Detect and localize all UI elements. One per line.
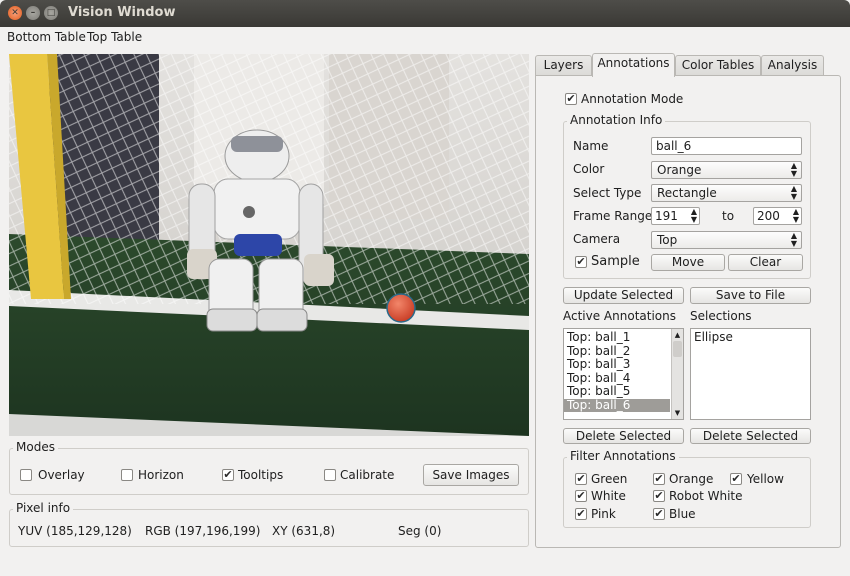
filter-white-label: White xyxy=(591,489,626,503)
close-window-button[interactable]: ✕ xyxy=(8,6,22,20)
active-annotations-title: Active Annotations xyxy=(563,309,676,323)
maximize-window-button[interactable]: □ xyxy=(44,6,58,20)
clear-button[interactable]: Clear xyxy=(728,254,803,271)
select-type-label: Select Type xyxy=(573,186,642,200)
move-button[interactable]: Move xyxy=(651,254,725,271)
list-scrollbar[interactable]: ▲ ▼ xyxy=(671,329,683,419)
filter-blue-checkbox[interactable]: ✔ xyxy=(653,508,665,520)
select-type-value: Rectangle xyxy=(657,186,717,200)
delete-selected-annotation-button[interactable]: Delete Selected xyxy=(563,428,684,444)
menu-bottom-table[interactable]: Bottom Table xyxy=(7,30,86,44)
color-select-value: Orange xyxy=(657,163,702,177)
frame-to-value: 200 xyxy=(757,209,780,223)
filter-annotations-title: Filter Annotations xyxy=(567,449,679,463)
list-item-selected[interactable]: Top: ball_6 xyxy=(564,398,670,412)
tab-analysis[interactable]: Analysis xyxy=(761,55,824,75)
frame-to-label: to xyxy=(722,209,735,223)
spin-arrows-icon[interactable]: ▲ ▼ xyxy=(793,208,799,224)
seg-value: Seg (0) xyxy=(398,524,442,538)
minimize-window-button[interactable]: – xyxy=(26,6,40,20)
yuv-value: YUV (185,129,128) xyxy=(18,524,132,538)
frame-to-spinbox[interactable]: 200 ▲ ▼ xyxy=(753,207,802,225)
list-item[interactable]: Top: ball_4 xyxy=(564,371,683,386)
horizon-checkbox[interactable] xyxy=(121,469,133,481)
camera-label: Camera xyxy=(573,232,621,246)
calibrate-label: Calibrate xyxy=(340,468,395,482)
scroll-up-icon[interactable]: ▲ xyxy=(673,330,682,340)
annotation-info-title: Annotation Info xyxy=(567,113,666,127)
sample-label: Sample xyxy=(591,254,640,269)
list-item[interactable]: Top: ball_2 xyxy=(564,344,683,359)
list-item[interactable]: Ellipse xyxy=(691,331,810,345)
sample-checkbox[interactable]: ✔ xyxy=(575,256,587,268)
tooltips-checkbox[interactable]: ✔ xyxy=(222,469,234,481)
color-select[interactable]: Orange ▲ ▼ xyxy=(651,161,802,179)
frame-range-label: Frame Range xyxy=(573,209,653,223)
scroll-down-icon[interactable]: ▼ xyxy=(673,408,682,418)
annotation-mode-checkbox[interactable]: ✔ xyxy=(565,93,577,105)
scroll-thumb[interactable] xyxy=(673,341,682,357)
camera-image-view[interactable] xyxy=(9,54,529,436)
camera-image xyxy=(9,54,529,436)
filter-green-checkbox[interactable]: ✔ xyxy=(575,473,587,485)
filter-yellow-checkbox[interactable]: ✔ xyxy=(730,473,742,485)
tooltips-label: Tooltips xyxy=(238,468,284,482)
list-item[interactable]: Top: ball_1 xyxy=(564,331,683,345)
filter-orange-label: Orange xyxy=(669,472,714,486)
selections-list[interactable]: Ellipse xyxy=(690,328,811,420)
filter-pink-checkbox[interactable]: ✔ xyxy=(575,508,587,520)
tab-color-tables[interactable]: Color Tables xyxy=(675,55,761,75)
rgb-value: RGB (197,196,199) xyxy=(145,524,261,538)
selections-title: Selections xyxy=(690,309,752,323)
updown-arrows-icon: ▲ ▼ xyxy=(790,231,797,248)
save-images-button[interactable]: Save Images xyxy=(423,464,519,486)
filter-orange-checkbox[interactable]: ✔ xyxy=(653,473,665,485)
camera-select[interactable]: Top ▲ ▼ xyxy=(651,231,802,249)
camera-select-value: Top xyxy=(657,233,678,247)
xy-value: XY (631,8) xyxy=(272,524,336,538)
delete-selected-selection-button[interactable]: Delete Selected xyxy=(690,428,811,444)
overlay-label: Overlay xyxy=(38,468,85,482)
calibrate-checkbox[interactable] xyxy=(324,469,336,481)
filter-robot-white-label: Robot White xyxy=(669,489,743,503)
updown-arrows-icon: ▲ ▼ xyxy=(790,184,797,201)
modes-title: Modes xyxy=(13,440,58,454)
tab-layers[interactable]: Layers xyxy=(535,55,592,75)
overlay-checkbox[interactable] xyxy=(20,469,32,481)
save-to-file-button[interactable]: Save to File xyxy=(690,287,811,304)
filter-white-checkbox[interactable]: ✔ xyxy=(575,490,587,502)
select-type-select[interactable]: Rectangle ▲ ▼ xyxy=(651,184,802,202)
filter-green-label: Green xyxy=(591,472,628,486)
name-label: Name xyxy=(573,139,609,153)
spin-arrows-icon[interactable]: ▲ ▼ xyxy=(691,208,697,224)
filter-yellow-label: Yellow xyxy=(747,472,784,486)
filter-pink-label: Pink xyxy=(591,507,616,521)
filter-robot-white-checkbox[interactable]: ✔ xyxy=(653,490,665,502)
menu-bar: Bottom Table Top Table xyxy=(0,27,850,49)
name-field[interactable]: ball_6 xyxy=(651,137,802,155)
list-item[interactable]: Top: ball_3 xyxy=(564,358,683,372)
update-selected-button[interactable]: Update Selected xyxy=(563,287,684,304)
title-bar: ✕ – □ Vision Window xyxy=(0,0,850,27)
color-label: Color xyxy=(573,162,605,176)
horizon-label: Horizon xyxy=(138,468,184,482)
filter-blue-label: Blue xyxy=(669,507,696,521)
menu-top-table[interactable]: Top Table xyxy=(87,30,142,44)
frame-from-value: 191 xyxy=(655,209,678,223)
tab-annotations[interactable]: Annotations xyxy=(592,53,675,77)
active-annotations-list[interactable]: Top: ball_1 Top: ball_2 Top: ball_3 Top:… xyxy=(563,328,684,420)
list-item[interactable]: Top: ball_5 xyxy=(564,385,683,399)
window-title: Vision Window xyxy=(68,5,176,20)
annotation-mode-label: Annotation Mode xyxy=(581,92,684,106)
frame-from-spinbox[interactable]: 191 ▲ ▼ xyxy=(651,207,700,225)
updown-arrows-icon: ▲ ▼ xyxy=(790,161,797,178)
pixel-info-title: Pixel info xyxy=(13,501,74,515)
